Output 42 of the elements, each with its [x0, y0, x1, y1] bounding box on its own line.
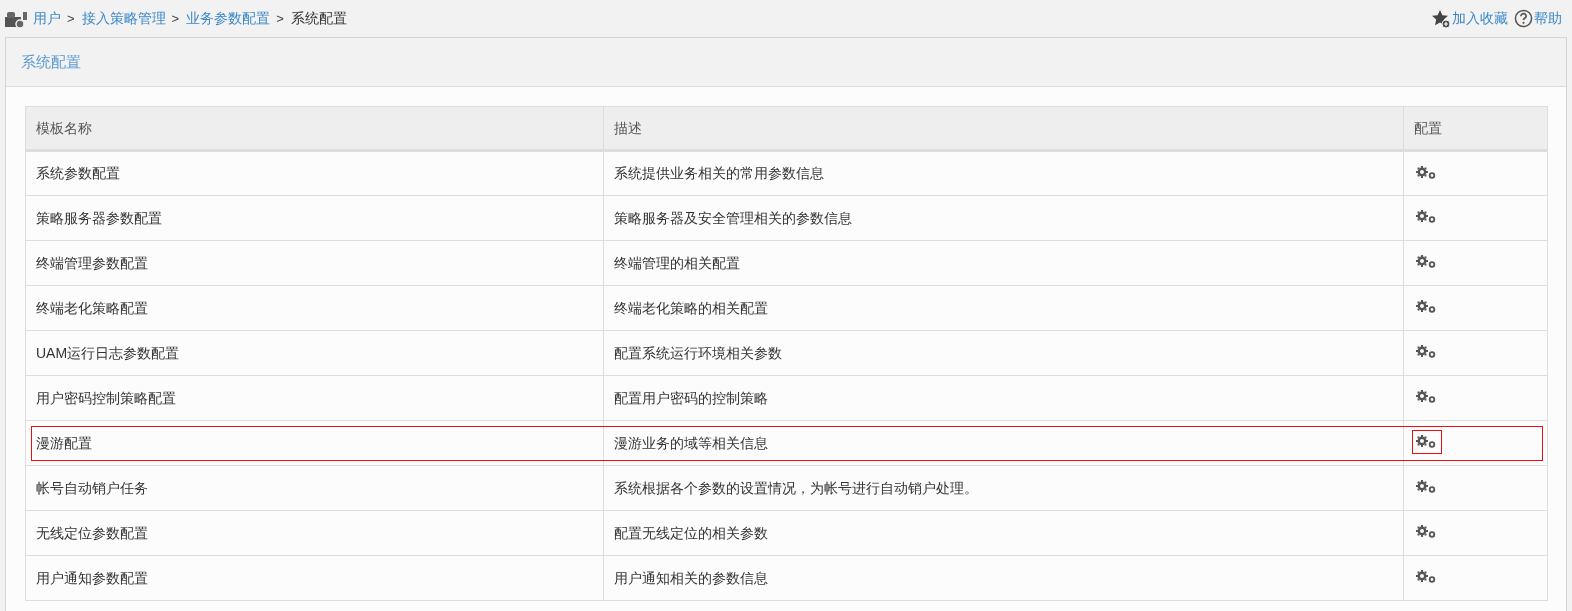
- gears-icon[interactable]: [1416, 255, 1438, 269]
- table-cell: 配置系统运行环境相关参数: [603, 330, 1404, 376]
- table-cell: 系统参数配置: [25, 150, 604, 196]
- table-cell: 用户通知相关的参数信息: [603, 555, 1404, 601]
- breadcrumb-link[interactable]: 接入策略管理: [81, 8, 166, 29]
- gears-icon[interactable]: [1416, 345, 1438, 359]
- table-cell: 终端老化策略配置: [25, 285, 604, 331]
- table-cell: 配置用户密码的控制策略: [603, 375, 1404, 421]
- table-cell: 用户通知参数配置: [25, 555, 604, 601]
- gears-icon[interactable]: [1416, 480, 1438, 494]
- help-link[interactable]: 帮助: [1534, 8, 1562, 29]
- gears-icon[interactable]: [1416, 390, 1438, 404]
- table-cell: 配置无线定位的相关参数: [603, 510, 1404, 556]
- table-cell: 策略服务器及安全管理相关的参数信息: [603, 195, 1404, 241]
- gears-icon[interactable]: [1416, 570, 1438, 584]
- table-cell: 终端管理的相关配置: [603, 240, 1404, 286]
- breadcrumb-link[interactable]: 用户: [33, 8, 61, 29]
- table-cell: 用户密码控制策略配置: [25, 375, 604, 421]
- help-icon[interactable]: [1514, 9, 1533, 28]
- table-cell: 无线定位参数配置: [25, 510, 604, 556]
- gears-icon[interactable]: [1416, 435, 1438, 449]
- table-cell: 系统提供业务相关的常用参数信息: [603, 150, 1404, 196]
- star-add-icon[interactable]: [1431, 8, 1451, 29]
- breadcrumb-separator: >: [67, 9, 75, 28]
- table-cell: 终端管理参数配置: [25, 240, 604, 286]
- table-cell: 漫游业务的域等相关信息: [603, 420, 1404, 466]
- breadcrumb-separator: >: [171, 9, 180, 28]
- gears-icon[interactable]: [1416, 300, 1438, 314]
- table-cell: 策略服务器参数配置: [25, 195, 604, 241]
- favorite-link[interactable]: 加入收藏: [1452, 8, 1508, 29]
- gears-icon[interactable]: [1416, 525, 1438, 539]
- table-cell: 终端老化策略的相关配置: [603, 285, 1404, 331]
- breadcrumb-current: 系统配置: [290, 9, 347, 28]
- breadcrumb-separator: >: [276, 9, 284, 28]
- table-cell: UAM运行日志参数配置: [25, 330, 604, 376]
- gears-icon[interactable]: [1416, 210, 1438, 224]
- table-cell: 漫游配置: [25, 420, 604, 466]
- breadcrumb-link[interactable]: 业务参数配置: [186, 8, 271, 29]
- table-cell: 帐号自动销户任务: [25, 465, 604, 511]
- table-cell: 系统根据各个参数的设置情况，为帐号进行自动销户处理。: [603, 465, 1404, 511]
- panel-title: 系统配置: [21, 51, 81, 72]
- gears-icon[interactable]: [1416, 165, 1438, 180]
